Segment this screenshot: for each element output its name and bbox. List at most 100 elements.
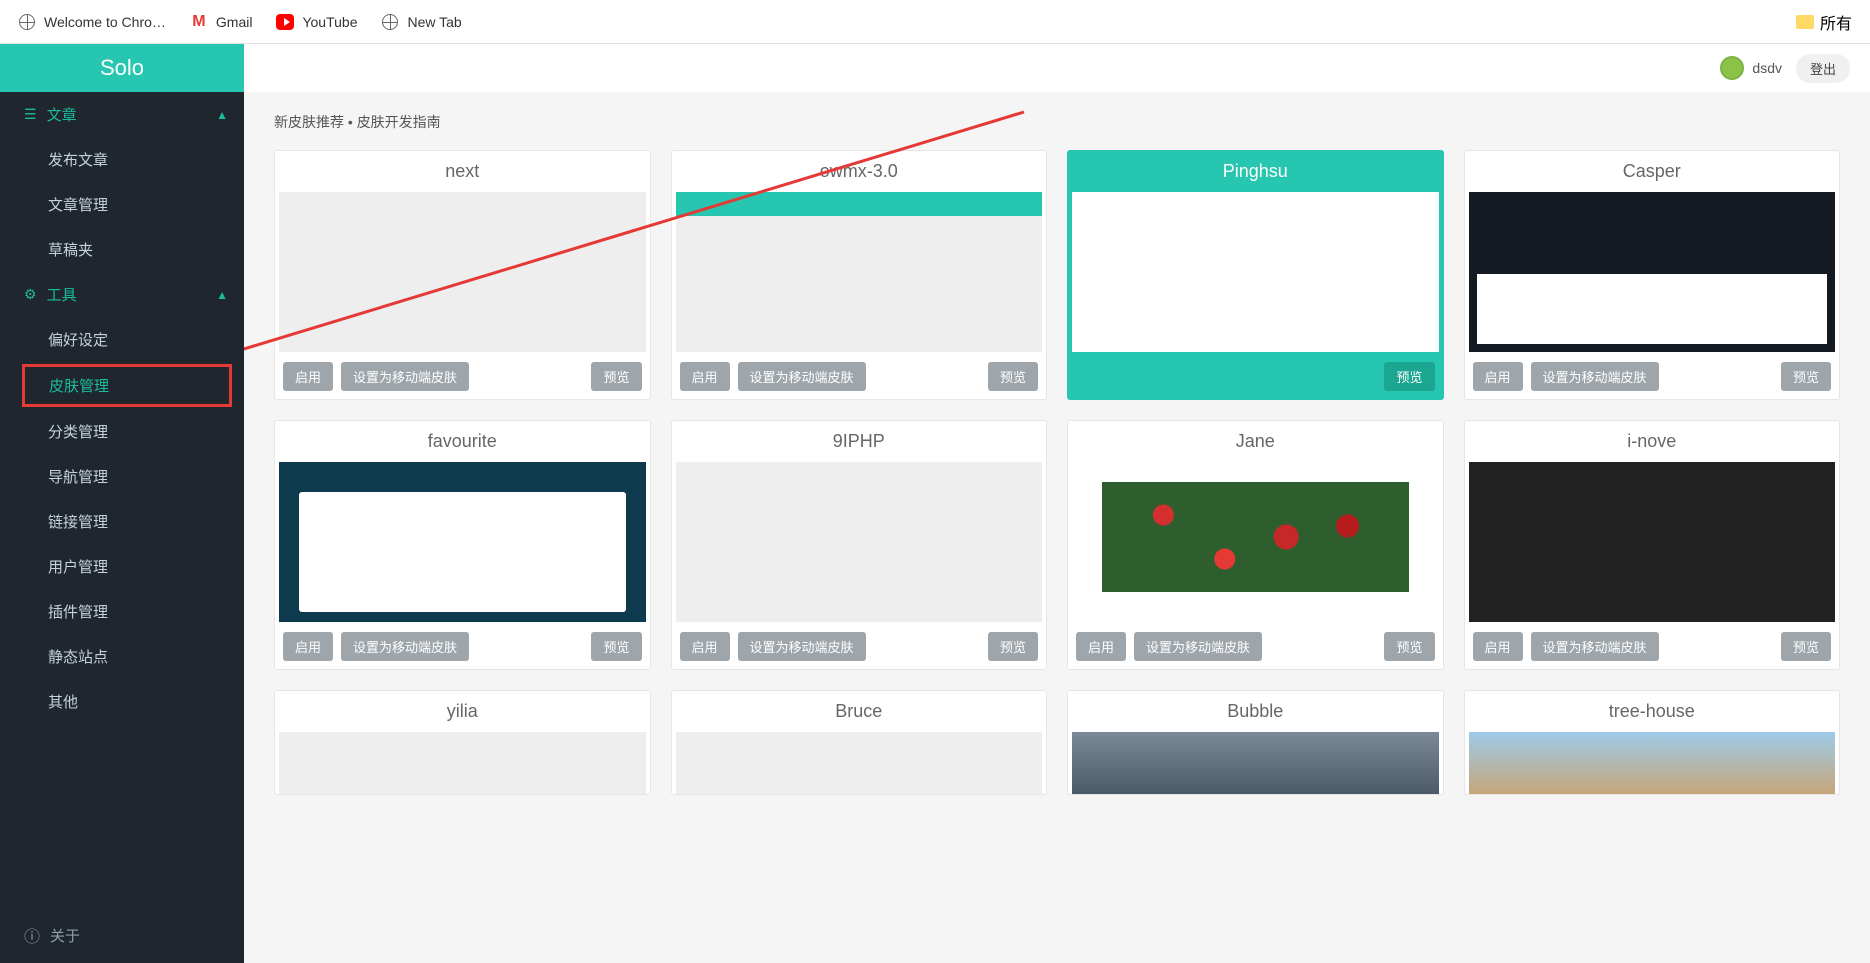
skin-thumbnail[interactable]	[676, 192, 1043, 352]
skin-thumbnail[interactable]	[1469, 732, 1836, 794]
skin-thumbnail[interactable]	[676, 732, 1043, 794]
skin-title: owmx-3.0	[672, 151, 1047, 192]
enable-button[interactable]: 启用	[680, 632, 730, 661]
bookmark-gmail[interactable]: M Gmail	[190, 13, 253, 31]
sidebar-about[interactable]: 关于	[0, 907, 244, 963]
skin-thumbnail[interactable]	[279, 462, 646, 622]
skin-thumbnail[interactable]	[676, 462, 1043, 622]
set-mobile-button[interactable]: 设置为移动端皮肤	[341, 362, 469, 391]
main-content: 新皮肤推荐 • 皮肤开发指南 next启用设置为移动端皮肤预览owmx-3.0启…	[244, 92, 1870, 963]
gmail-icon: M	[190, 13, 208, 31]
preview-button[interactable]: 预览	[591, 362, 641, 391]
skin-card-Bubble: Bubble	[1067, 690, 1444, 795]
sidebar-group-label: 文章	[47, 104, 77, 125]
preview-button[interactable]: 预览	[1384, 362, 1434, 391]
bookmark-youtube[interactable]: YouTube	[276, 13, 357, 31]
skin-title: Pinghsu	[1068, 151, 1443, 192]
sidebar: 文章 ▲ 发布文章文章管理草稿夹工具 ▲ 偏好设定皮肤管理分类管理导航管理链接管理用户管…	[0, 92, 244, 963]
breadcrumb: 新皮肤推荐 • 皮肤开发指南	[274, 112, 1840, 132]
sidebar-group-label: 工具	[47, 284, 77, 305]
breadcrumb-link-new-skins[interactable]: 新皮肤推荐	[274, 114, 344, 130]
set-mobile-button[interactable]: 设置为移动端皮肤	[341, 632, 469, 661]
logout-button[interactable]: 登出	[1796, 54, 1850, 83]
skin-thumbnail[interactable]	[1469, 462, 1836, 622]
enable-button[interactable]: 启用	[283, 362, 333, 391]
skin-title: favourite	[275, 421, 650, 462]
sidebar-item-导航管理[interactable]: 导航管理	[0, 454, 244, 499]
enable-button[interactable]: 启用	[1473, 362, 1523, 391]
set-mobile-button[interactable]: 设置为移动端皮肤	[1134, 632, 1262, 661]
skin-title: i-nove	[1465, 421, 1840, 462]
globe-icon	[18, 13, 36, 31]
preview-button[interactable]: 预览	[988, 632, 1038, 661]
sidebar-item-链接管理[interactable]: 链接管理	[0, 499, 244, 544]
skin-thumbnail[interactable]	[279, 192, 646, 352]
sidebar-item-静态站点[interactable]: 静态站点	[0, 634, 244, 679]
sidebar-group-1[interactable]: 工具 ▲	[0, 272, 244, 317]
skin-card-9IPHP: 9IPHP 启用设置为移动端皮肤 预览	[671, 420, 1048, 670]
skin-card-Casper: Casper 启用设置为移动端皮肤 预览	[1464, 150, 1841, 400]
skin-title: Bubble	[1068, 691, 1443, 732]
set-mobile-button[interactable]: 设置为移动端皮肤	[738, 632, 866, 661]
bookmark-label: Gmail	[216, 14, 253, 30]
sidebar-about-label: 关于	[50, 925, 80, 946]
preview-button[interactable]: 预览	[1384, 632, 1434, 661]
chevron-up-icon: ▲	[216, 108, 228, 122]
preview-button[interactable]: 预览	[988, 362, 1038, 391]
sidebar-item-发布文章[interactable]: 发布文章	[0, 137, 244, 182]
skin-title: Jane	[1068, 421, 1443, 462]
folder-icon	[1796, 15, 1814, 29]
skin-title: Bruce	[672, 691, 1047, 732]
sidebar-item-分类管理[interactable]: 分类管理	[0, 409, 244, 454]
set-mobile-button[interactable]: 设置为移动端皮肤	[1531, 362, 1659, 391]
sidebar-item-用户管理[interactable]: 用户管理	[0, 544, 244, 589]
sidebar-group-0[interactable]: 文章 ▲	[0, 92, 244, 137]
set-mobile-button[interactable]: 设置为移动端皮肤	[738, 362, 866, 391]
breadcrumb-link-dev-guide[interactable]: 皮肤开发指南	[357, 114, 441, 130]
skin-card-yilia: yilia	[274, 690, 651, 795]
skin-card-favourite: favourite 启用设置为移动端皮肤 预览	[274, 420, 651, 670]
bookmark-welcome-to-chro-[interactable]: Welcome to Chro…	[18, 13, 166, 31]
set-mobile-button[interactable]: 设置为移动端皮肤	[1531, 632, 1659, 661]
skin-card-i-nove: i-nove 启用设置为移动端皮肤 预览	[1464, 420, 1841, 670]
enable-button[interactable]: 启用	[1076, 632, 1126, 661]
sidebar-item-草稿夹[interactable]: 草稿夹	[0, 227, 244, 272]
sidebar-item-文章管理[interactable]: 文章管理	[0, 182, 244, 227]
bookmark-new-tab[interactable]: New Tab	[381, 13, 461, 31]
bookmark-label: New Tab	[407, 14, 461, 30]
avatar	[1720, 56, 1744, 80]
chevron-up-icon: ▲	[216, 288, 228, 302]
enable-button[interactable]: 启用	[1473, 632, 1523, 661]
skin-thumbnail[interactable]	[279, 732, 646, 794]
youtube-icon	[276, 13, 294, 31]
skin-card-Pinghsu: Pinghsu 预览	[1067, 150, 1444, 400]
logo[interactable]: Solo	[0, 44, 244, 92]
enable-button[interactable]: 启用	[680, 362, 730, 391]
sidebar-item-其他[interactable]: 其他	[0, 679, 244, 724]
skin-title: 9IPHP	[672, 421, 1047, 462]
preview-button[interactable]: 预览	[1781, 362, 1831, 391]
skin-title: tree-house	[1465, 691, 1840, 732]
preview-button[interactable]: 预览	[591, 632, 641, 661]
bookmarks-right-label: 所有	[1820, 10, 1852, 34]
skin-title: Casper	[1465, 151, 1840, 192]
bookmark-label: Welcome to Chro…	[44, 14, 166, 30]
sidebar-item-皮肤管理[interactable]: 皮肤管理	[22, 364, 232, 407]
info-icon	[24, 923, 40, 947]
username: dsdv	[1752, 60, 1782, 76]
skin-thumbnail[interactable]	[1072, 462, 1439, 622]
bookmarks-folder[interactable]: 所有	[1796, 10, 1852, 34]
bookmarks-bar: Welcome to Chro… M Gmail YouTube New Tab 所有	[0, 0, 1870, 44]
skin-thumbnail[interactable]	[1469, 192, 1836, 352]
app-header: Solo dsdv 登出	[0, 44, 1870, 92]
preview-button[interactable]: 预览	[1781, 632, 1831, 661]
sidebar-item-偏好设定[interactable]: 偏好设定	[0, 317, 244, 362]
sidebar-item-插件管理[interactable]: 插件管理	[0, 589, 244, 634]
skin-thumbnail[interactable]	[1072, 732, 1439, 794]
skin-card-Bruce: Bruce	[671, 690, 1048, 795]
skin-card-next: next启用设置为移动端皮肤预览	[274, 150, 651, 400]
skin-thumbnail[interactable]	[1072, 192, 1439, 352]
user-area[interactable]: dsdv	[1720, 56, 1782, 80]
list-icon	[24, 106, 37, 123]
enable-button[interactable]: 启用	[283, 632, 333, 661]
